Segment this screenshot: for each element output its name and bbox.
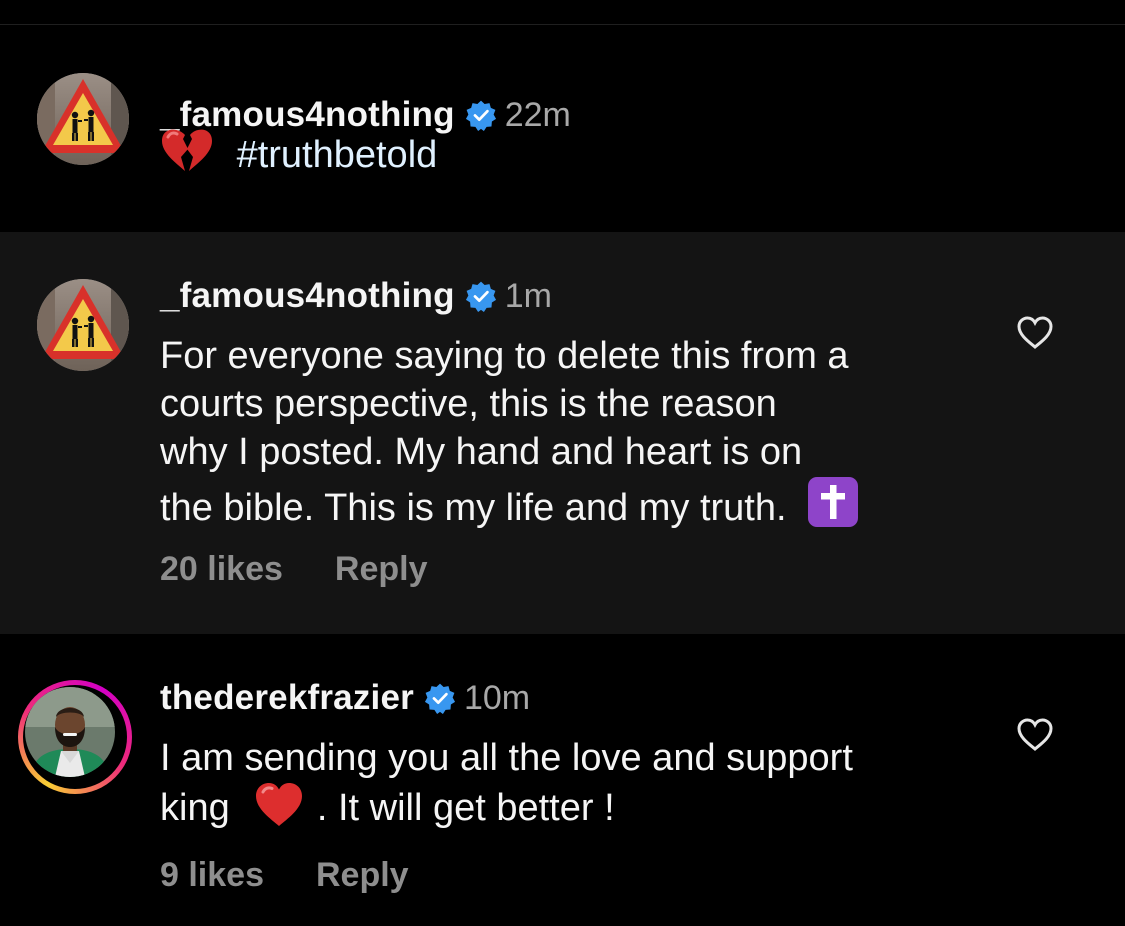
post-caption: _famous4nothing 22m #truthbetold xyxy=(0,25,1125,232)
comment-line: why I posted. My hand and heart is on xyxy=(160,431,803,473)
comment-line: For everyone saying to delete this from … xyxy=(160,335,849,377)
comment-header: thederekfrazier 10m xyxy=(160,678,530,718)
avatar[interactable] xyxy=(37,73,129,165)
comment-meta: 20 likes Reply xyxy=(160,550,427,589)
reply-button[interactable]: Reply xyxy=(335,550,428,589)
like-button[interactable] xyxy=(1015,313,1055,353)
likes-count[interactable]: 9 likes xyxy=(160,856,264,895)
heart-outline-icon xyxy=(1017,718,1053,751)
comment-line: the bible. This is my life and my truth. xyxy=(160,487,787,529)
broken-heart-emoji xyxy=(160,127,214,185)
red-heart-emoji xyxy=(254,782,304,840)
comment-text: For everyone saying to delete this from … xyxy=(160,332,980,540)
comment-word: king xyxy=(160,787,230,829)
reply-button[interactable]: Reply xyxy=(316,856,409,895)
comment-item: thederekfrazier 10m I am sending you all… xyxy=(0,634,1125,926)
comment-time: 10m xyxy=(463,678,531,717)
like-button[interactable] xyxy=(1015,715,1055,755)
comment-line-last: the bible. This is my life and my truth. xyxy=(160,476,980,540)
comment-line: I am sending you all the love and suppor… xyxy=(160,737,853,779)
comment-meta: 9 likes Reply xyxy=(160,856,409,895)
avatar[interactable] xyxy=(37,279,129,371)
comment-item: _famous4nothing 1m For everyone saying t… xyxy=(0,232,1125,634)
verified-badge-icon xyxy=(465,280,497,312)
likes-count[interactable]: 20 likes xyxy=(160,550,283,589)
story-ring[interactable] xyxy=(18,680,132,794)
heart-outline-icon xyxy=(1017,316,1053,349)
comment-username[interactable]: _famous4nothing xyxy=(160,276,455,316)
latin-cross-emoji xyxy=(807,476,859,540)
comment-text-tail: . It will get better ! xyxy=(316,787,615,829)
avatar[interactable] xyxy=(25,687,115,777)
comment-line-2: king . It will get better ! xyxy=(160,782,980,840)
comment-username[interactable]: thederekfrazier xyxy=(160,678,414,718)
comment-line: courts perspective, this is the reason xyxy=(160,383,777,425)
comment-time: 1m xyxy=(504,276,552,315)
comment-text: I am sending you all the love and suppor… xyxy=(160,734,980,840)
hashtag-link[interactable]: #truthbetold xyxy=(237,134,438,176)
comment-header: _famous4nothing 1m xyxy=(160,276,552,316)
verified-badge-icon xyxy=(424,682,456,714)
caption-text: #truthbetold xyxy=(160,127,980,185)
